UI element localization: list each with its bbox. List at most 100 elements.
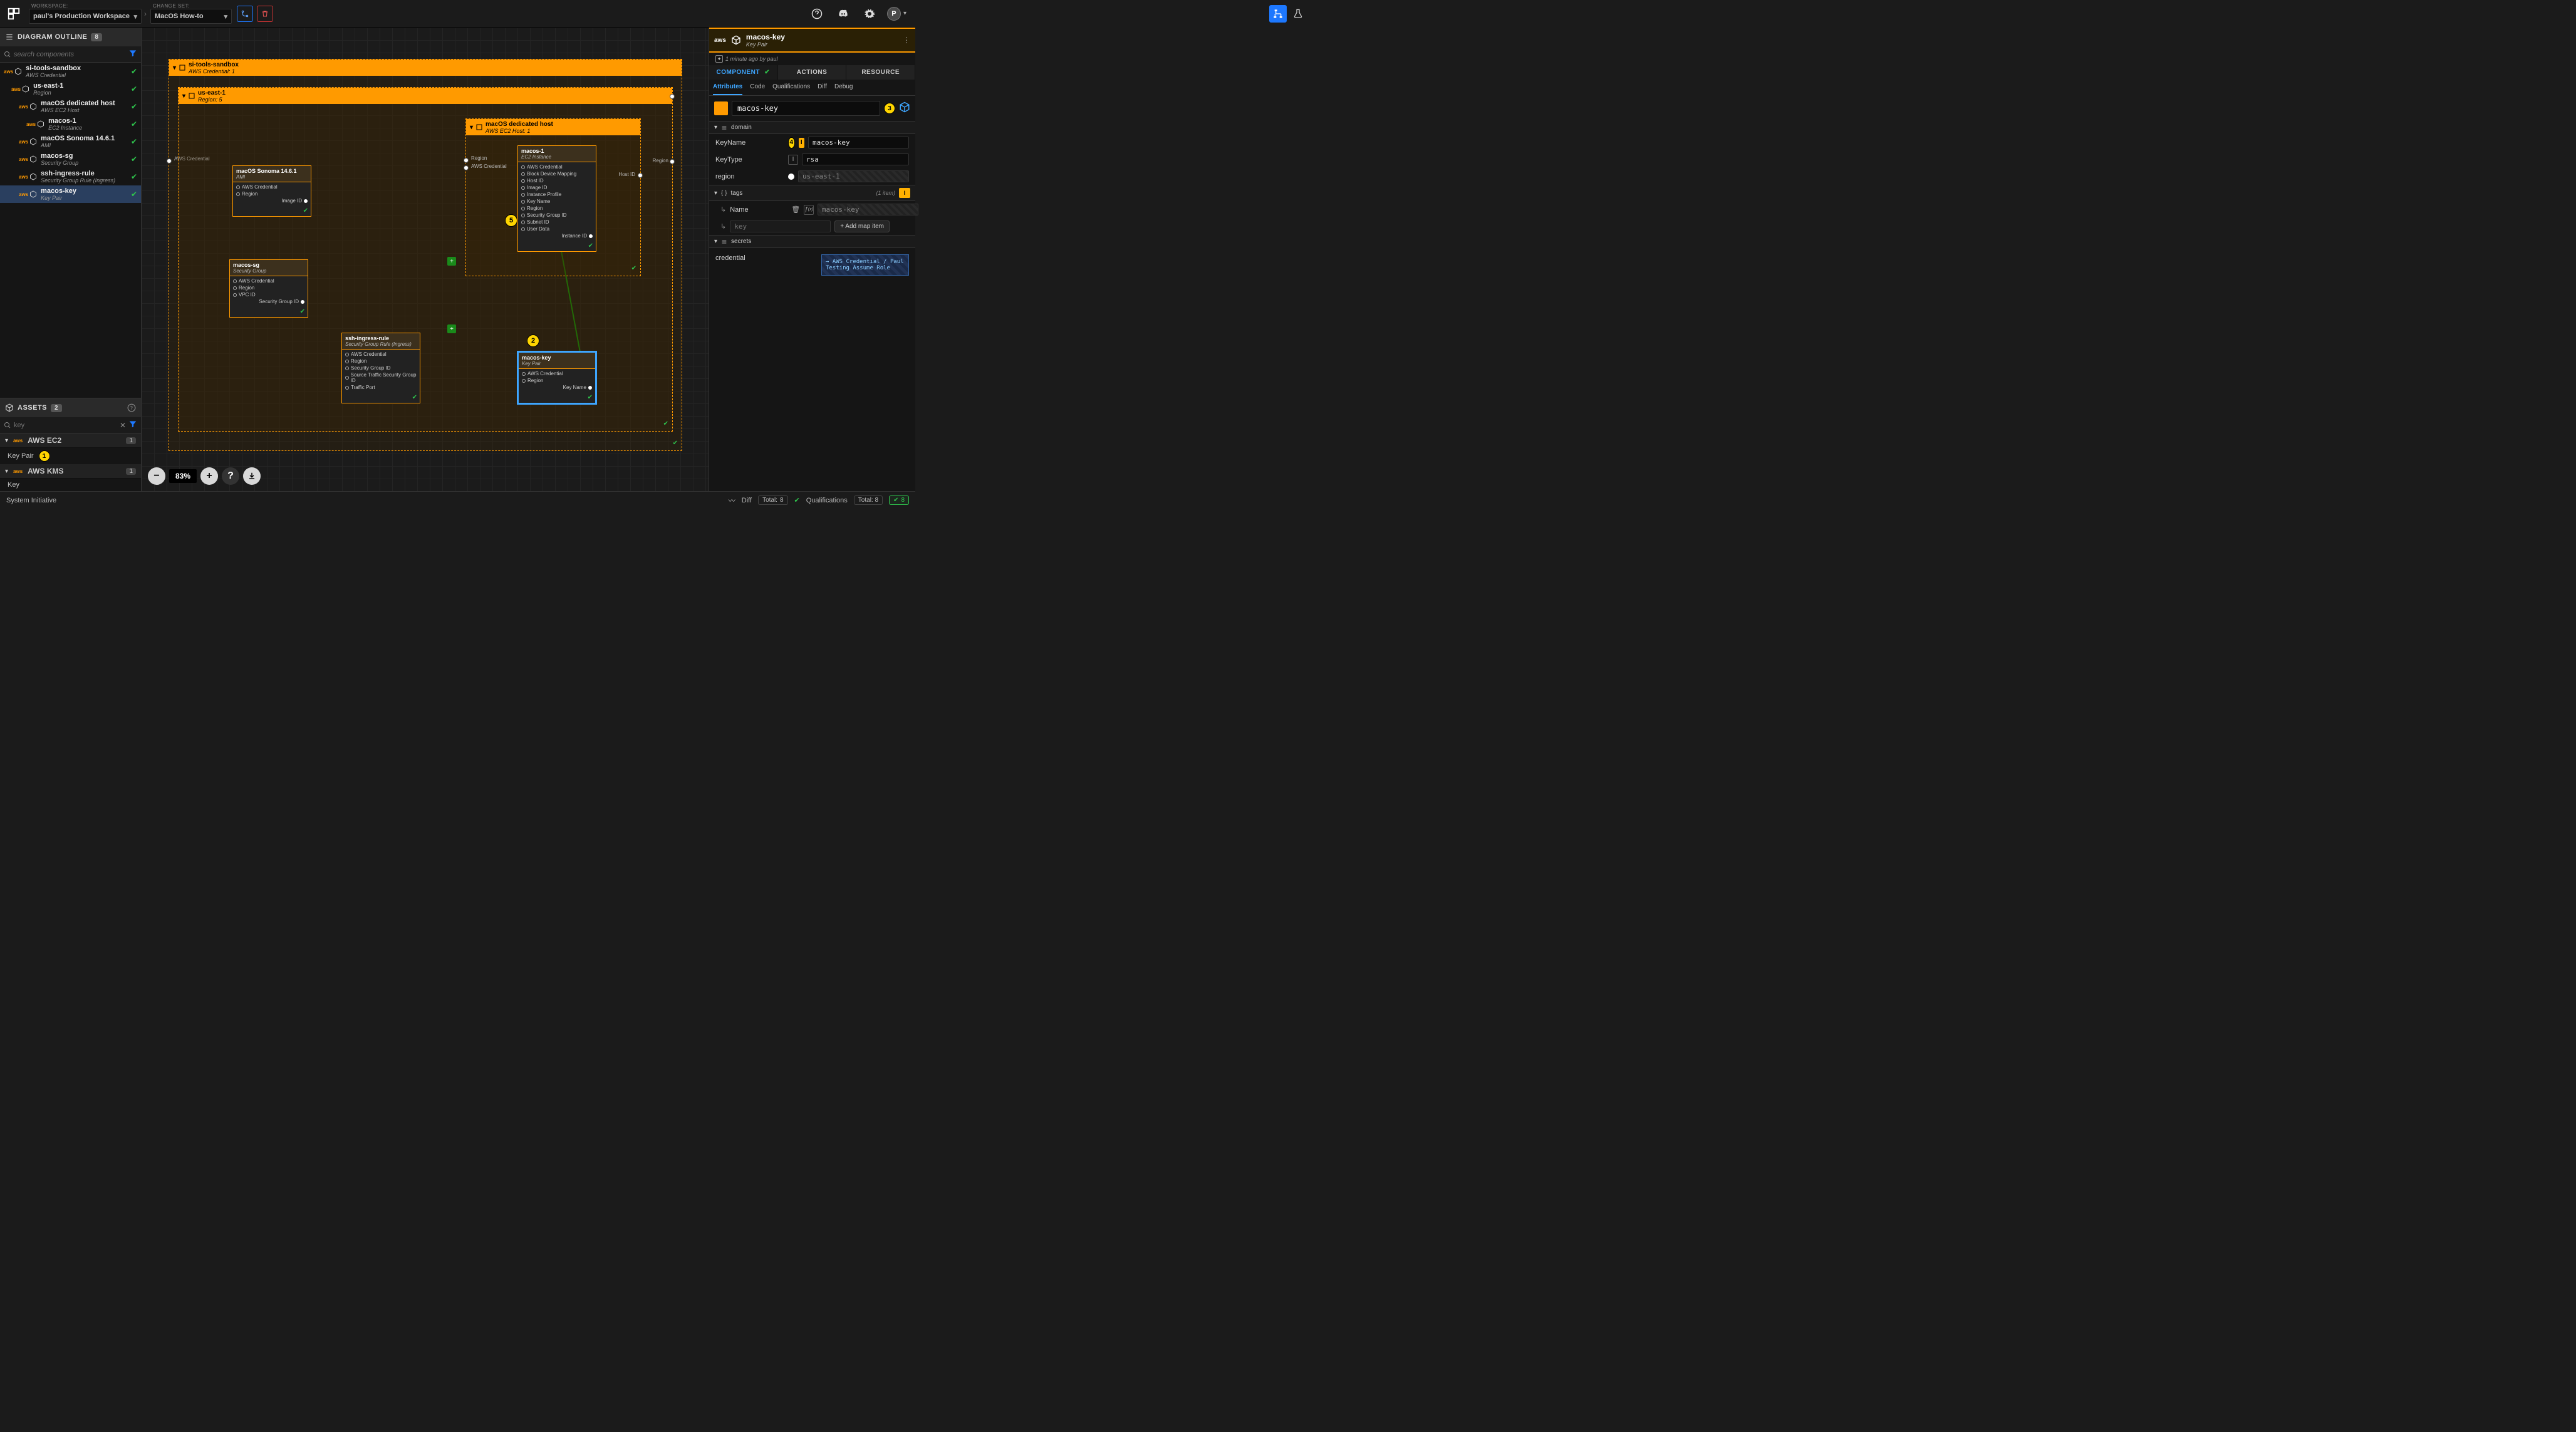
qual-ok-pill: ✔ 8	[889, 495, 909, 505]
filter-icon[interactable]	[128, 420, 137, 430]
add-map-item-button[interactable]: + Add map item	[834, 221, 890, 232]
diff-icon: 〰	[729, 495, 735, 506]
chevron-down-icon: ▾	[173, 65, 176, 71]
asset-category[interactable]: ▾aws AWS KMS 1	[0, 464, 141, 479]
node-ami[interactable]: macOS Sonoma 14.6.1AMIAWS CredentialRegi…	[232, 165, 311, 217]
delete-changeset-button[interactable]	[257, 6, 273, 22]
cube-icon[interactable]	[899, 101, 910, 116]
expand-history-icon[interactable]: +	[715, 55, 723, 63]
component-meta: 1 minute ago by paul	[725, 56, 778, 62]
help-icon[interactable]: ?	[127, 403, 136, 412]
attr-keyname-input[interactable]	[808, 137, 909, 148]
outline-item[interactable]: aws macos-1 EC2 Instance ✔	[0, 115, 141, 133]
frame-sandbox-header[interactable]: ▾ si-tools-sandbox AWS Credential: 1	[169, 60, 682, 76]
assets-count-badge: 2	[51, 404, 62, 412]
outline-search-input[interactable]	[14, 51, 126, 58]
outline-item[interactable]: aws macos-key Key Pair ✔	[0, 185, 141, 203]
section-tags[interactable]: ▾ { } tags (1 item) I	[709, 185, 915, 201]
diagram-mode-button[interactable]	[1269, 5, 1287, 23]
tag-key-input[interactable]	[730, 221, 831, 232]
component-header: aws macos-key Key Pair ⋮	[709, 28, 915, 53]
outline-count-badge: 8	[91, 33, 102, 41]
merge-button[interactable]	[237, 6, 253, 22]
check-icon: ✔	[631, 265, 636, 272]
assets-search-input[interactable]	[14, 422, 117, 429]
delete-tag-icon[interactable]: 🗑	[791, 205, 800, 214]
frame-host-sub: AWS EC2 Host: 1	[486, 128, 553, 134]
port-label-region: Region	[471, 155, 487, 161]
outline-item[interactable]: aws macOS Sonoma 14.6.1 AMI ✔	[0, 133, 141, 150]
filter-icon[interactable]	[128, 49, 137, 60]
download-button[interactable]	[243, 467, 261, 485]
more-icon[interactable]: ⋮	[903, 36, 910, 44]
asset-item[interactable]: Key	[0, 479, 141, 491]
frame-sandbox-sub: AWS Credential: 1	[189, 68, 239, 75]
frame-icon	[179, 64, 186, 71]
subtab-debug[interactable]: Debug	[834, 80, 853, 95]
node-ec2[interactable]: macos-1EC2 InstanceAWS CredentialBlock D…	[517, 145, 596, 252]
outline-item[interactable]: aws si-tools-sandbox AWS Credential ✔	[0, 63, 141, 80]
lab-mode-button[interactable]	[1289, 5, 1307, 23]
section-domain[interactable]: ▾ domain	[709, 121, 915, 134]
port-aws-credential[interactable]	[167, 158, 172, 163]
port-hostid[interactable]	[638, 173, 643, 178]
tab-actions[interactable]: ACTIONS	[778, 65, 847, 80]
port-label-region-out: Region	[653, 158, 668, 163]
tag-name-input[interactable]	[818, 204, 918, 215]
node-key[interactable]: macos-keyKey PairAWS CredentialRegionKey…	[517, 351, 596, 404]
diff-total-pill: Total: 8	[758, 495, 787, 505]
check-icon: ✔	[794, 496, 800, 504]
help-icon[interactable]	[808, 5, 826, 23]
brand-label: System Initiative	[6, 497, 56, 504]
outline-item[interactable]: aws us-east-1 Region ✔	[0, 80, 141, 98]
asset-category[interactable]: ▾aws AWS EC2 1	[0, 433, 141, 448]
attr-keyname-label: KeyName	[715, 139, 784, 147]
app-logo[interactable]	[0, 0, 28, 28]
subtab-code[interactable]: Code	[750, 80, 765, 95]
add-connection-button[interactable]: +	[447, 257, 456, 266]
status-qual-label[interactable]: Qualifications	[806, 497, 848, 504]
tab-component[interactable]: COMPONENT ✔	[709, 65, 778, 80]
attr-keytype-select[interactable]: rsa	[802, 153, 909, 165]
subtab-diff[interactable]: Diff	[818, 80, 827, 95]
zoom-out-button[interactable]: −	[148, 467, 165, 485]
port-docker[interactable]	[670, 94, 675, 99]
attr-region-input[interactable]	[798, 170, 909, 182]
function-icon[interactable]: ƒ(x)	[804, 205, 814, 215]
outline-item[interactable]: aws ssh-ingress-rule Security Group Rule…	[0, 168, 141, 185]
status-diff-label[interactable]: Diff	[742, 497, 752, 504]
frame-host-header[interactable]: ▾ macOS dedicated host AWS EC2 Host: 1	[466, 119, 640, 135]
annotation-4: 4	[788, 137, 795, 148]
outline-item[interactable]: aws macOS dedicated host AWS EC2 Host ✔	[0, 98, 141, 115]
outline-item[interactable]: aws macos-sg Security Group ✔	[0, 150, 141, 168]
arrow-right-icon: ↳	[720, 205, 726, 214]
clear-search-icon[interactable]: ✕	[120, 421, 126, 430]
frame-region-sub: Region: 5	[198, 96, 226, 103]
user-avatar[interactable]: P	[887, 7, 901, 21]
settings-icon[interactable]	[861, 5, 878, 23]
changeset-dropdown[interactable]: MacOS How-to ▾	[150, 9, 232, 24]
check-icon: ✔	[673, 440, 678, 447]
subtab-qualifications[interactable]: Qualifications	[772, 80, 810, 95]
credential-value[interactable]: → AWS Credential / Paul Testing Assume R…	[821, 254, 909, 276]
node-sg[interactable]: macos-sgSecurity GroupAWS CredentialRegi…	[229, 259, 308, 318]
help-button[interactable]: ?	[222, 467, 239, 485]
port-aws-credential[interactable]	[464, 165, 469, 170]
section-secrets[interactable]: ▾ secrets	[709, 235, 915, 248]
diagram-canvas[interactable]: ▾ si-tools-sandbox AWS Credential: 1 AWS…	[142, 28, 709, 491]
asset-item[interactable]: Key Pair1	[0, 448, 141, 464]
tab-resource[interactable]: RESOURCE	[846, 65, 915, 80]
component-name-input[interactable]	[732, 101, 880, 116]
subtab-attributes[interactable]: Attributes	[713, 80, 742, 95]
add-connection-button[interactable]: +	[447, 324, 456, 333]
discord-icon[interactable]	[834, 5, 852, 23]
attr-keytype-label: KeyType	[715, 156, 784, 163]
port-region-out[interactable]	[670, 159, 675, 164]
frame-region-header[interactable]: ▾ us-east-1 Region: 5	[179, 88, 672, 104]
workspace-dropdown[interactable]: paul's Production Workspace ▾	[29, 9, 142, 24]
port-region-in[interactable]	[464, 158, 469, 163]
color-swatch[interactable]	[714, 101, 728, 115]
node-rule[interactable]: ssh-ingress-ruleSecurity Group Rule (Ing…	[341, 333, 420, 403]
chevron-down-icon: ▾	[470, 124, 473, 131]
zoom-in-button[interactable]: +	[200, 467, 218, 485]
